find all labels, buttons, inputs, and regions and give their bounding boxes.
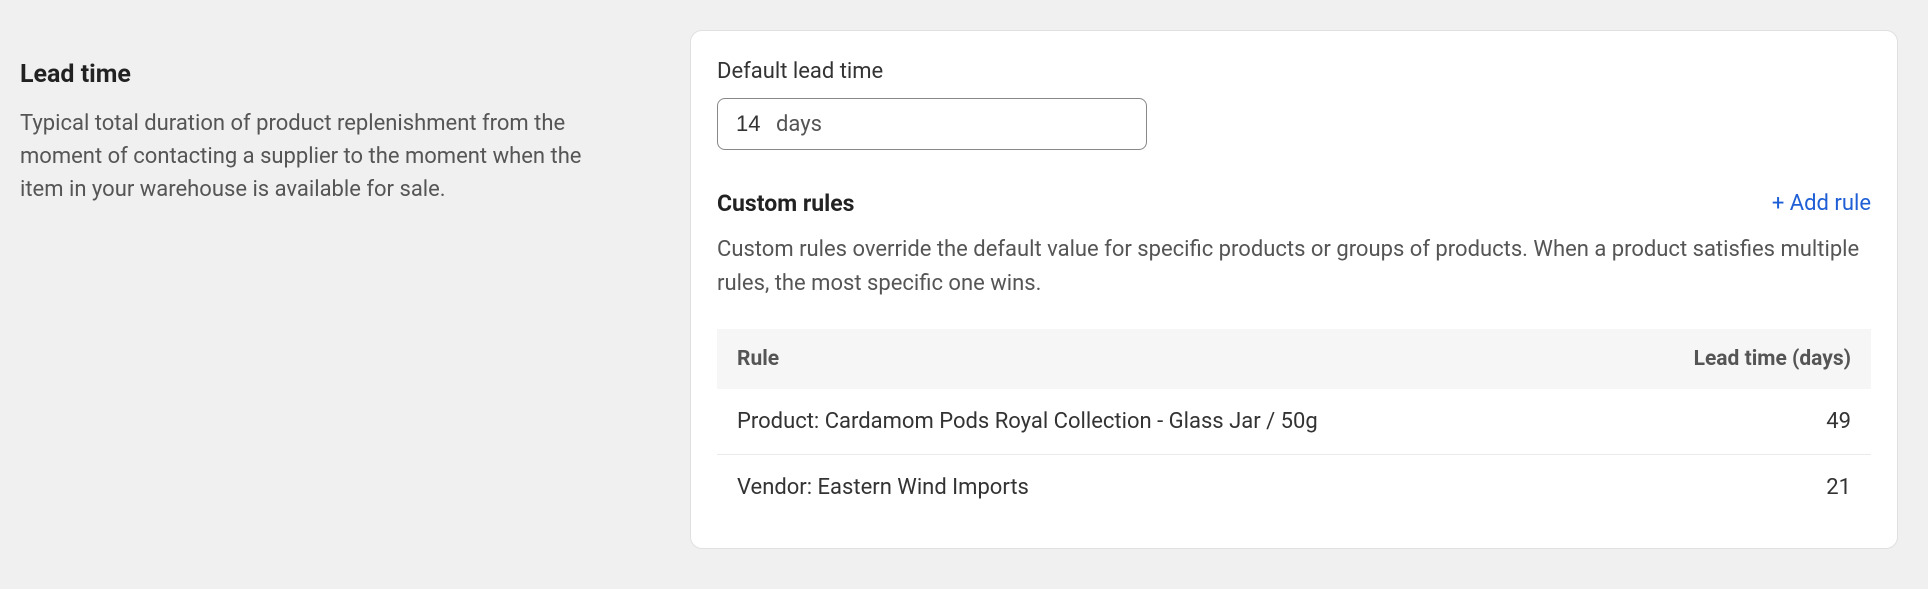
custom-rules-header: Custom rules + Add rule [717, 190, 1871, 217]
custom-rules-table: Rule Lead time (days) Product: Cardamom … [717, 329, 1871, 520]
table-row[interactable]: Product: Cardamom Pods Royal Collection … [717, 389, 1871, 455]
settings-lead-time-section: Lead time Typical total duration of prod… [0, 0, 1928, 589]
table-cell-rule: Vendor: Eastern Wind Imports [717, 455, 1593, 521]
default-lead-time-input-wrapper[interactable]: days [717, 98, 1147, 150]
table-header-row: Rule Lead time (days) [717, 329, 1871, 389]
add-rule-button[interactable]: + Add rule [1772, 191, 1871, 216]
right-settings-panel: Default lead time days Custom rules + Ad… [690, 0, 1928, 589]
default-lead-time-input[interactable] [736, 111, 776, 137]
lead-time-card: Default lead time days Custom rules + Ad… [690, 30, 1898, 549]
table-row[interactable]: Vendor: Eastern Wind Imports 21 [717, 455, 1871, 521]
custom-rules-description: Custom rules override the default value … [717, 233, 1871, 301]
table-cell-rule: Product: Cardamom Pods Royal Collection … [717, 389, 1593, 455]
default-lead-time-suffix: days [776, 112, 822, 137]
table-header-rule: Rule [717, 329, 1593, 389]
table-header-lead-time: Lead time (days) [1593, 329, 1871, 389]
section-description: Typical total duration of product replen… [20, 107, 630, 206]
section-title: Lead time [20, 60, 630, 89]
custom-rules-title: Custom rules [717, 190, 854, 217]
default-lead-time-label: Default lead time [717, 59, 1871, 84]
left-info-panel: Lead time Typical total duration of prod… [0, 0, 690, 589]
table-body: Product: Cardamom Pods Royal Collection … [717, 389, 1871, 520]
table-cell-lead-time: 21 [1593, 455, 1871, 521]
table-cell-lead-time: 49 [1593, 389, 1871, 455]
